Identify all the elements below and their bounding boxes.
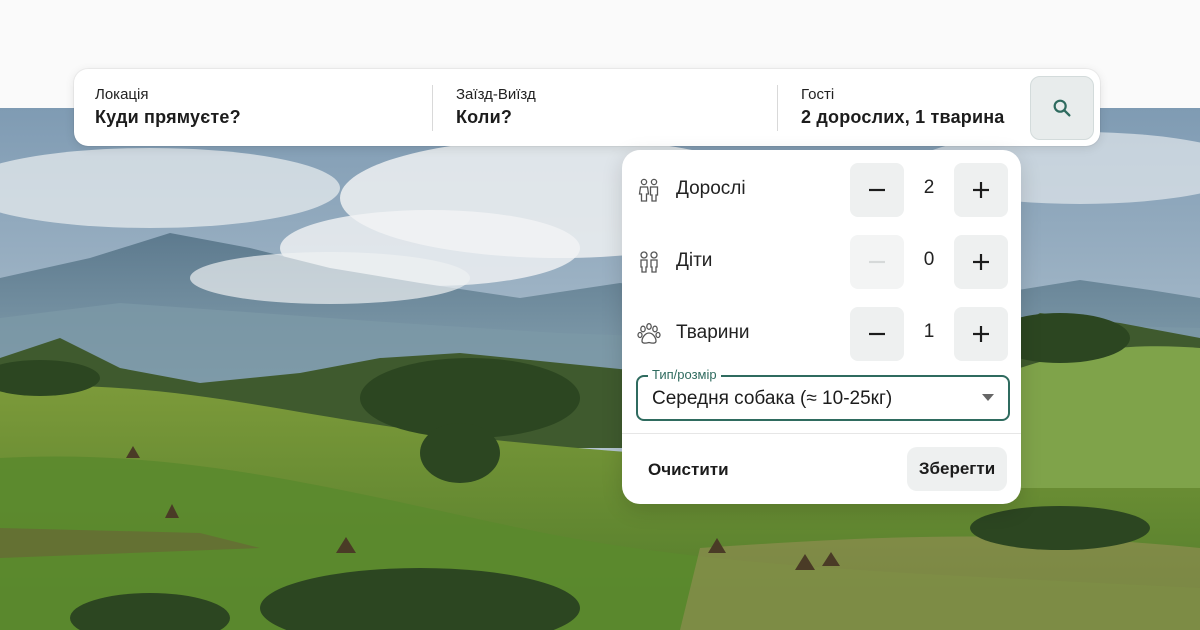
chevron-down-icon [982, 394, 994, 401]
pets-count: 1 [923, 321, 935, 342]
guests-label: Гості [801, 86, 835, 103]
search-icon [1053, 99, 1071, 117]
plus-icon [973, 254, 989, 270]
location-label: Локація [95, 86, 149, 103]
pet-type-label: Тип/розмір [648, 367, 721, 382]
pets-decrement-button[interactable] [850, 307, 904, 361]
children-icon [640, 251, 658, 273]
plus-icon [973, 326, 989, 342]
adults-label: Дорослі [676, 178, 746, 199]
pet-type-value: Середня собака (≈ 10-25кг) [652, 388, 893, 409]
search-bar: Локація Куди прямуєте? Заїзд-Виїзд Коли?… [74, 69, 1100, 146]
location-field[interactable]: Локація Куди прямуєте? [74, 69, 432, 146]
pet-type-select[interactable]: Тип/розмір Середня собака (≈ 10-25кг) [636, 367, 1010, 421]
clear-button[interactable]: Очистити [636, 448, 741, 492]
divider [622, 433, 1021, 434]
adults-increment-button[interactable] [954, 163, 1008, 217]
dates-value: Коли? [456, 107, 513, 127]
children-label: Діти [676, 250, 713, 271]
adults-decrement-button[interactable] [850, 163, 904, 217]
adults-count: 2 [923, 177, 935, 198]
guests-dropdown: Дорослі 2 Діти 0 Тварини 1 Тип/розмір Се… [622, 150, 1021, 504]
paw-icon [637, 323, 661, 344]
dates-field[interactable]: Заїзд-Виїзд Коли? [435, 69, 778, 146]
pets-row: Тварини 1 [622, 307, 1021, 361]
children-increment-button[interactable] [954, 235, 1008, 289]
children-count: 0 [923, 249, 935, 270]
minus-icon [869, 188, 885, 192]
divider [432, 85, 433, 131]
minus-icon [869, 260, 885, 264]
children-row: Діти 0 [622, 235, 1021, 289]
search-button[interactable] [1030, 76, 1094, 140]
save-button[interactable]: Зберегти [907, 447, 1007, 491]
adults-row: Дорослі 2 [622, 163, 1021, 217]
children-decrement-button[interactable] [850, 235, 904, 289]
pets-label: Тварини [676, 322, 750, 343]
adults-icon [638, 178, 659, 202]
guests-value: 2 дорослих, 1 тварина [801, 107, 1005, 127]
guests-field[interactable]: Гості 2 дорослих, 1 тварина [780, 69, 1030, 146]
plus-icon [973, 182, 989, 198]
divider [777, 85, 778, 131]
dates-label: Заїзд-Виїзд [456, 86, 536, 103]
location-value: Куди прямуєте? [95, 107, 241, 127]
pets-increment-button[interactable] [954, 307, 1008, 361]
minus-icon [869, 332, 885, 336]
